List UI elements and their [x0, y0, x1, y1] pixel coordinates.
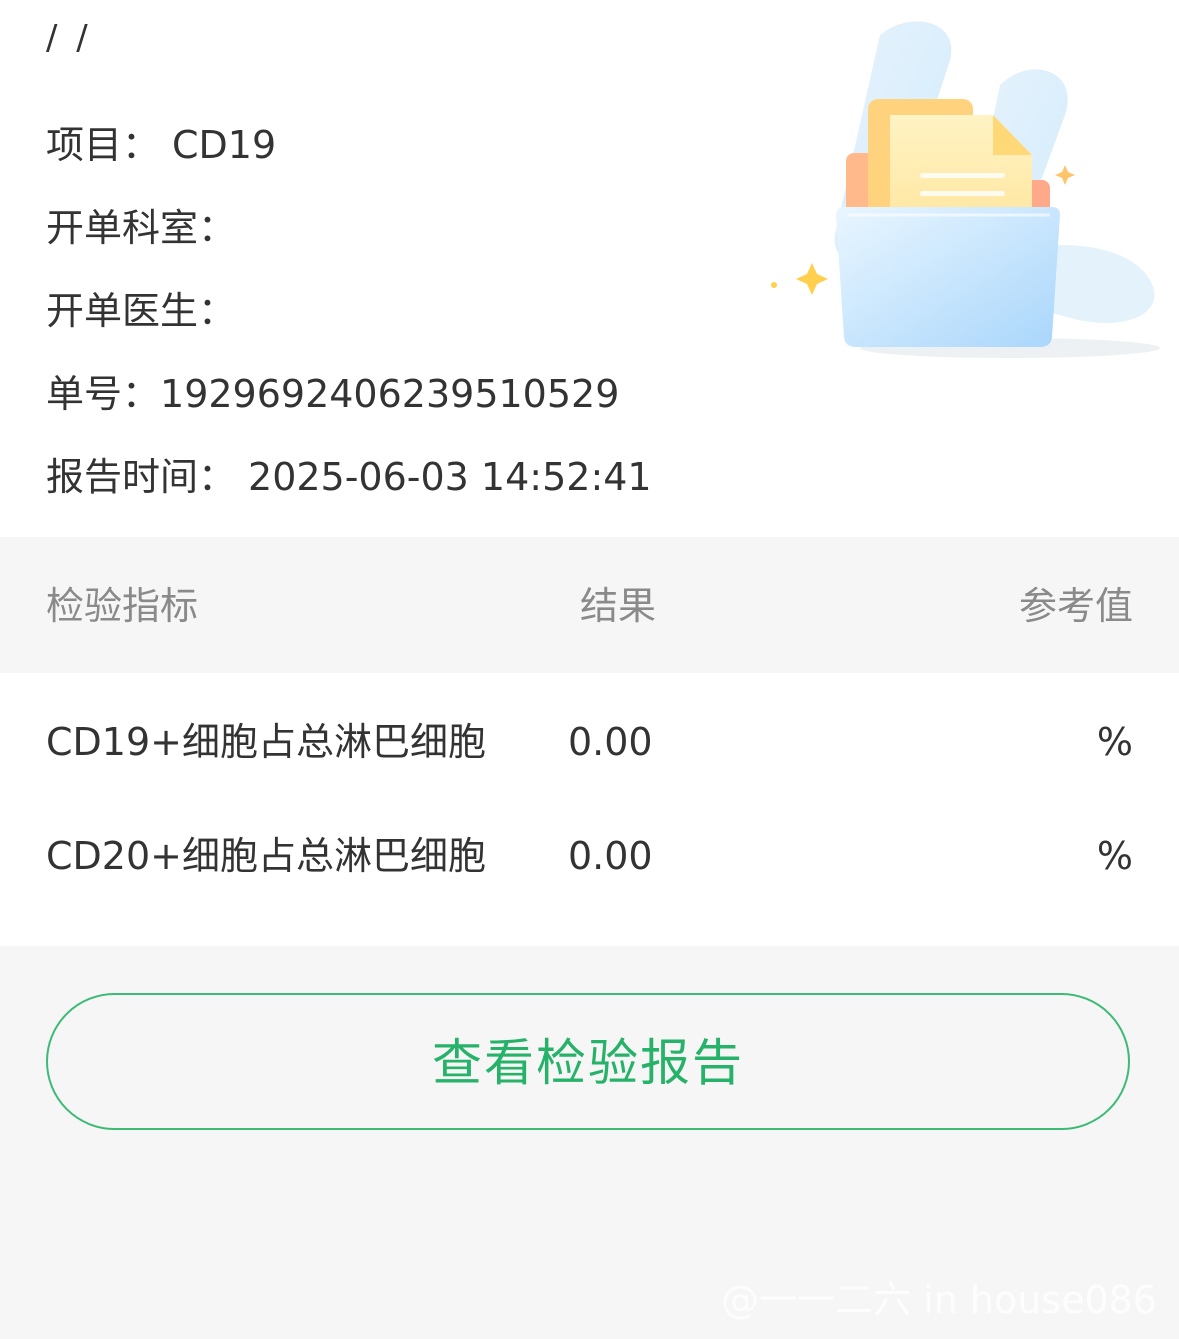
watermark: @一一二六 in house086	[721, 1278, 1157, 1322]
indicator-reference: %	[1096, 720, 1133, 764]
info-row-department: 开单科室：	[46, 203, 236, 253]
view-report-button[interactable]: 查看检验报告	[46, 993, 1130, 1130]
order-number-label: 单号：	[46, 372, 161, 416]
results-table-header: 检验指标 结果 参考值	[0, 537, 1179, 673]
column-header-result: 结果	[580, 584, 657, 628]
item-value: CD19	[172, 123, 277, 167]
department-label: 开单科室：	[46, 206, 237, 250]
info-row-doctor: 开单医生：	[46, 286, 236, 336]
indicator-reference: %	[1096, 834, 1133, 878]
report-info-card: / / 项目： CD19 开单科室： 开单医生： 单号：1929692406239…	[0, 0, 1179, 537]
report-time-value: 2025-06-03 14:52:41	[248, 455, 652, 499]
indicator-name: CD19+细胞占总淋巴细胞	[46, 720, 486, 764]
info-row-report-time: 报告时间： 2025-06-03 14:52:41	[46, 452, 652, 502]
doctor-label: 开单医生：	[46, 289, 237, 333]
report-folder-illustration	[771, 21, 1160, 358]
info-row-item: 项目： CD19	[46, 120, 276, 170]
report-page: / / 项目： CD19 开单科室： 开单医生： 单号：1929692406239…	[0, 0, 1179, 1339]
indicator-name: CD20+细胞占总淋巴细胞	[46, 834, 486, 878]
results-table-body: CD19+细胞占总淋巴细胞 0.00 % CD20+细胞占总淋巴细胞 0.00 …	[0, 673, 1179, 946]
info-row-order-number: 单号：1929692406239510529	[46, 369, 619, 419]
breadcrumb: / /	[46, 18, 92, 58]
order-number-value: 1929692406239510529	[160, 372, 620, 416]
table-row: CD20+细胞占总淋巴细胞 0.00 %	[0, 799, 1179, 913]
report-time-label: 报告时间：	[46, 455, 237, 499]
indicator-result: 0.00	[568, 834, 653, 878]
column-header-indicator: 检验指标	[46, 584, 199, 628]
column-header-reference: 参考值	[1018, 584, 1133, 628]
item-label: 项目：	[46, 123, 161, 167]
table-row: CD19+细胞占总淋巴细胞 0.00 %	[0, 685, 1179, 799]
indicator-result: 0.00	[568, 720, 653, 764]
